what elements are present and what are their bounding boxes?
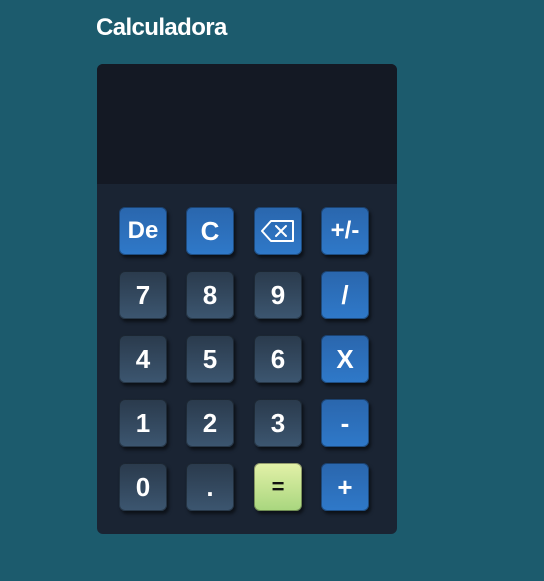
page-title: Calculadora	[96, 14, 227, 41]
digit-9-button[interactable]: 9	[254, 271, 302, 319]
multiply-button[interactable]: X	[321, 335, 369, 383]
digit-3-button[interactable]: 3	[254, 399, 302, 447]
divide-button[interactable]: /	[321, 271, 369, 319]
calculator-display	[97, 64, 397, 184]
digit-1-button[interactable]: 1	[119, 399, 167, 447]
calculator: De C +/- 7 8 9 / 4 5 6 X 1 2 3 - 0 . = +	[97, 64, 397, 534]
backspace-icon	[261, 220, 295, 242]
digit-4-button[interactable]: 4	[119, 335, 167, 383]
plus-minus-button[interactable]: +/-	[321, 207, 369, 255]
add-button[interactable]: +	[321, 463, 369, 511]
digit-0-button[interactable]: 0	[119, 463, 167, 511]
keypad: De C +/- 7 8 9 / 4 5 6 X 1 2 3 - 0 . = +	[97, 184, 397, 534]
digit-6-button[interactable]: 6	[254, 335, 302, 383]
decimal-point-button[interactable]: .	[186, 463, 234, 511]
digit-7-button[interactable]: 7	[119, 271, 167, 319]
equals-button[interactable]: =	[254, 463, 302, 511]
backspace-button[interactable]	[254, 207, 302, 255]
clear-button[interactable]: C	[186, 207, 234, 255]
subtract-button[interactable]: -	[321, 399, 369, 447]
digit-5-button[interactable]: 5	[186, 335, 234, 383]
digit-2-button[interactable]: 2	[186, 399, 234, 447]
digit-8-button[interactable]: 8	[186, 271, 234, 319]
delete-button[interactable]: De	[119, 207, 167, 255]
